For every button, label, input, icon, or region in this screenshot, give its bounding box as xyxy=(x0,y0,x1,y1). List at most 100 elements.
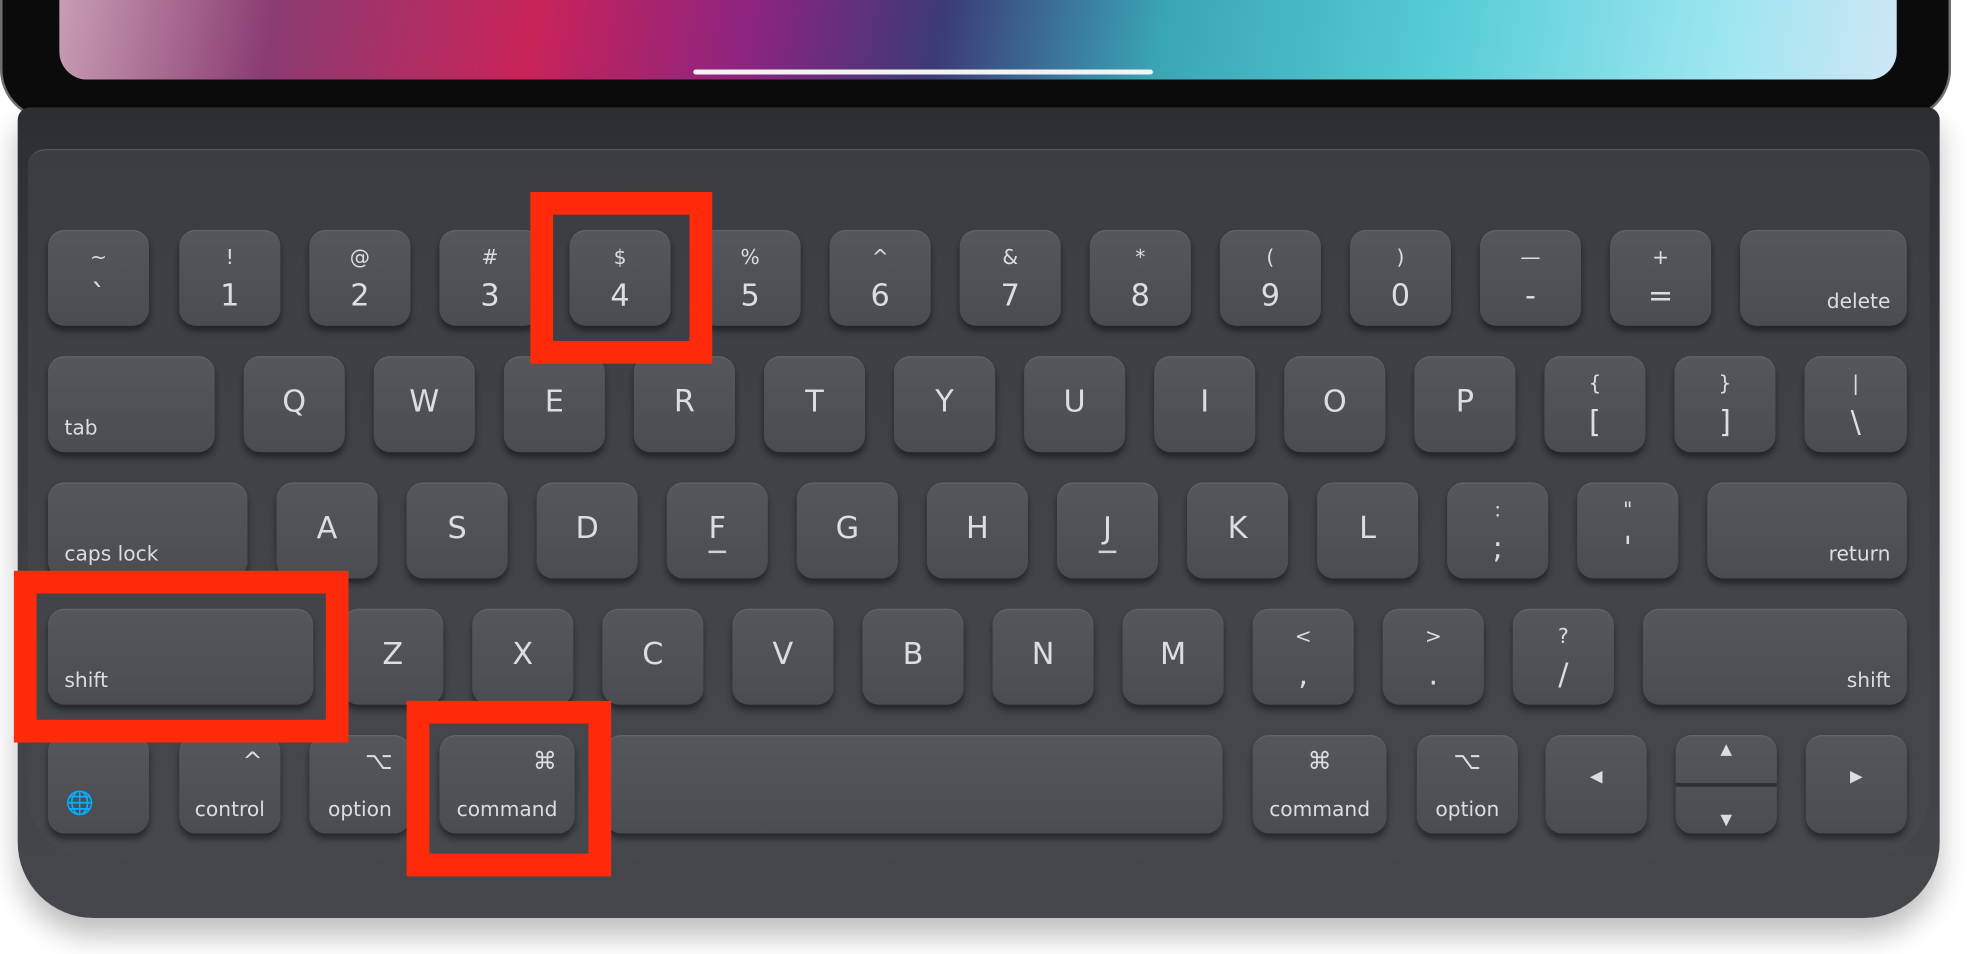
key-left-arrow[interactable]: ◀ xyxy=(1545,734,1647,834)
key-letter: V xyxy=(772,636,794,672)
key-j[interactable]: J xyxy=(1056,482,1158,579)
key-caps-lock[interactable]: caps lock xyxy=(47,482,248,579)
key-s[interactable]: S xyxy=(406,482,508,579)
key-letter: M xyxy=(1160,636,1187,672)
key-control[interactable]: control ^ xyxy=(179,734,281,834)
key-h[interactable]: H xyxy=(926,482,1028,579)
key-letter: C xyxy=(642,636,664,672)
key-0[interactable]: ) 0 xyxy=(1349,229,1451,326)
key-e[interactable]: E xyxy=(503,356,605,453)
key-[[interactable]: {[ xyxy=(1544,356,1646,453)
key-shift[interactable]: shift xyxy=(1642,608,1907,705)
key-5[interactable]: % 5 xyxy=(699,229,801,326)
key-/[interactable]: ? / xyxy=(1512,608,1614,705)
key-option[interactable]: option ⌥ xyxy=(309,734,411,834)
key-letter: U xyxy=(1063,383,1086,420)
key--[interactable]: — - xyxy=(1480,229,1582,326)
key-shift-symbol: @ xyxy=(349,244,371,269)
key-return[interactable]: return xyxy=(1707,482,1907,579)
key-delete[interactable]: delete xyxy=(1740,229,1907,326)
key-'[interactable]: " ' xyxy=(1577,482,1679,579)
key-i[interactable]: I xyxy=(1154,356,1256,453)
command-icon: ⌘ xyxy=(1307,747,1332,776)
key-w[interactable]: W xyxy=(373,356,475,453)
key-space[interactable] xyxy=(604,734,1223,834)
key-t[interactable]: T xyxy=(763,356,866,453)
key-label: caps lock xyxy=(64,541,159,566)
key-l[interactable]: L xyxy=(1317,482,1419,579)
key-letter: L xyxy=(1359,510,1377,546)
key-6[interactable]: ^ 6 xyxy=(829,229,931,326)
key-z[interactable]: Z xyxy=(342,608,444,705)
key-n[interactable]: N xyxy=(992,608,1094,705)
left-arrow-icon: ◀ xyxy=(1589,767,1603,787)
key-3[interactable]: #3 xyxy=(439,229,541,326)
key-\[interactable]: | \ xyxy=(1804,356,1907,453)
key-m[interactable]: M xyxy=(1122,608,1224,705)
key-shift-symbol: { xyxy=(1588,371,1602,396)
key-9[interactable]: (9 xyxy=(1219,229,1321,326)
key-shift-symbol: — xyxy=(1520,244,1541,269)
key-;[interactable]: :; xyxy=(1447,482,1549,579)
key-c[interactable]: C xyxy=(602,608,704,705)
highlight-4-key xyxy=(530,191,713,364)
key-y[interactable]: Y xyxy=(894,356,996,453)
key-.[interactable]: >. xyxy=(1382,608,1484,705)
key-7[interactable]: & 7 xyxy=(959,229,1061,326)
key-,[interactable]: <, xyxy=(1252,608,1354,705)
option-icon: ⌥ xyxy=(1453,747,1482,776)
key-letter: T xyxy=(805,383,824,420)
key-q[interactable]: Q xyxy=(243,356,345,453)
key-`[interactable]: ~ ` xyxy=(47,229,150,326)
key-1[interactable]: ! 1 xyxy=(179,229,281,326)
key-k[interactable]: K xyxy=(1187,482,1289,579)
key-2[interactable]: @2 xyxy=(309,229,411,326)
key-shift-symbol: < xyxy=(1294,623,1312,648)
key-u[interactable]: U xyxy=(1024,356,1126,453)
key-v[interactable]: V xyxy=(732,608,834,705)
key-p[interactable]: P xyxy=(1414,356,1516,453)
up-arrow-icon: ▲ xyxy=(1720,740,1733,758)
key-command[interactable]: command ⌘ xyxy=(1252,734,1387,834)
key-b[interactable]: B xyxy=(862,608,964,705)
key-d[interactable]: D xyxy=(536,482,638,579)
key-label: control xyxy=(194,796,265,821)
key-letter: J xyxy=(1057,510,1158,553)
key-=[interactable]: + = xyxy=(1610,229,1712,326)
key-a[interactable]: A xyxy=(276,482,378,579)
key-f[interactable]: F xyxy=(666,482,768,579)
key-letter: Y xyxy=(935,383,954,420)
key-letter: Z xyxy=(382,636,404,672)
key-right-arrow[interactable]: ▶ xyxy=(1805,734,1907,834)
key-symbol: ` xyxy=(90,277,107,314)
key-option[interactable]: option ⌥ xyxy=(1416,734,1518,834)
key-][interactable]: }] xyxy=(1674,356,1776,453)
key-globe[interactable]: 🌐 xyxy=(47,734,150,834)
key-shift-symbol: % xyxy=(740,244,760,269)
key-letter: B xyxy=(902,636,924,672)
key-shift-symbol: ~ xyxy=(90,244,107,269)
key-label: command xyxy=(1269,796,1371,821)
key-letter: Q xyxy=(282,383,307,420)
key-shift-symbol: ^ xyxy=(871,244,889,269)
key-shift-symbol: # xyxy=(481,244,499,269)
key-g[interactable]: G xyxy=(796,482,898,579)
key-symbol: ] xyxy=(1719,404,1731,440)
globe-icon: 🌐 xyxy=(65,790,94,818)
key-up-down[interactable]: ▲ ▼ xyxy=(1675,734,1777,834)
key-x[interactable]: X xyxy=(472,608,574,705)
key-tab[interactable]: tab xyxy=(47,356,215,453)
key-symbol: [ xyxy=(1588,404,1601,440)
ipad-bezel xyxy=(0,0,1952,120)
key-shift-symbol: & xyxy=(1002,244,1019,269)
key-o[interactable]: O xyxy=(1284,356,1386,453)
key-symbol: 8 xyxy=(1130,277,1150,314)
key-letter: O xyxy=(1322,383,1347,420)
key-8[interactable]: * 8 xyxy=(1089,229,1191,326)
key-r[interactable]: R xyxy=(633,356,735,453)
key-label: tab xyxy=(64,415,98,440)
home-indicator xyxy=(693,69,1153,75)
key-shift-symbol: > xyxy=(1424,623,1442,648)
key-letter: N xyxy=(1031,636,1055,672)
key-symbol: 6 xyxy=(870,277,890,314)
